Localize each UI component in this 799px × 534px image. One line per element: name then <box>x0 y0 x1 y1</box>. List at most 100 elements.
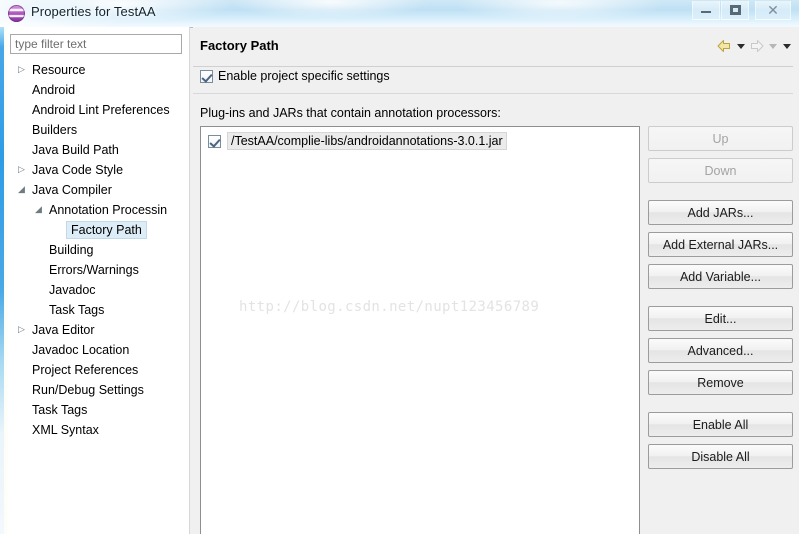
properties-dialog: Properties for TestAA ✕ ▷ Resource Android… <box>0 0 799 534</box>
button-spacer <box>648 437 793 444</box>
sidebar-item-javadoc-location[interactable]: Javadoc Location <box>8 340 189 360</box>
watermark-text: http://blog.csdn.net/nupt123456789 <box>239 299 540 315</box>
maximize-button[interactable] <box>721 1 749 20</box>
sidebar-item-label: Task Tags <box>49 303 105 317</box>
sidebar-item-label: Annotation Processin <box>49 203 168 217</box>
sidebar-item-java-compiler[interactable]: ◢ Java Compiler <box>8 180 189 200</box>
jar-list-rows: /TestAA/complie-libs/androidannotations-… <box>201 127 639 151</box>
sidebar-item-label: Errors/Warnings <box>49 263 139 277</box>
sidebar-item-task-tags[interactable]: Task Tags <box>8 300 189 320</box>
disable-all-button[interactable]: Disable All <box>648 444 793 469</box>
sidebar-item-building[interactable]: Building <box>8 240 189 260</box>
back-history-dropdown[interactable] <box>734 38 747 54</box>
sidebar-item-run-debug-settings[interactable]: Run/Debug Settings <box>8 380 189 400</box>
jar-enabled-checkbox[interactable] <box>208 134 221 148</box>
header-separator <box>193 66 793 67</box>
sidebar-item-label: XML Syntax <box>32 423 99 437</box>
button-spacer <box>648 331 793 338</box>
button-spacer <box>648 469 793 476</box>
close-icon: ✕ <box>767 2 779 18</box>
button-spacer <box>648 151 793 158</box>
window-title: Properties for TestAA <box>31 4 156 19</box>
sidebar-item-resource[interactable]: ▷ Resource <box>8 60 189 80</box>
jar-list-caption: Plug-ins and JARs that contain annotatio… <box>200 106 501 120</box>
tree-collapsed-arrow-icon[interactable]: ▷ <box>18 160 25 180</box>
remove-button[interactable]: Remove <box>648 370 793 395</box>
advanced-button[interactable]: Advanced... <box>648 338 793 363</box>
filter-input[interactable] <box>10 34 182 54</box>
add-variable-button[interactable]: Add Variable... <box>648 264 793 289</box>
page-title: Factory Path <box>200 38 279 53</box>
forward-history-dropdown <box>766 38 779 54</box>
sidebar-item-factory-path[interactable]: Factory Path <box>8 220 189 240</box>
sidebar-item-xml-syntax[interactable]: XML Syntax <box>8 420 189 440</box>
restore-icon <box>729 5 741 15</box>
enable-project-specific-settings-checkbox[interactable] <box>200 69 213 83</box>
button-spacer <box>648 225 793 232</box>
sidebar-item-label: Android <box>32 83 76 97</box>
view-menu-dropdown[interactable] <box>780 38 793 54</box>
sidebar-item-java-editor[interactable]: ▷ Java Editor <box>8 320 189 340</box>
panel-header: Factory Path <box>193 35 799 67</box>
add-jars-button[interactable]: Add JARs... <box>648 200 793 225</box>
settings-tree[interactable]: ▷ Resource Android Android Lint Preferences… <box>8 60 189 534</box>
sidebar-item-label: Java Editor <box>32 323 95 337</box>
sidebar-item-label: Project References <box>32 363 139 377</box>
sidebar-item-builders[interactable]: Builders <box>8 120 189 140</box>
sidebar-item-javadoc[interactable]: Javadoc <box>8 280 189 300</box>
jar-path-label: /TestAA/complie-libs/androidannotations-… <box>227 132 507 150</box>
tree-collapsed-arrow-icon[interactable]: ▷ <box>18 320 25 340</box>
settings-sidebar: ▷ Resource Android Android Lint Preferences… <box>8 27 189 534</box>
minimize-icon <box>701 8 711 13</box>
tree-expanded-arrow-icon[interactable]: ◢ <box>35 200 42 220</box>
panel-nav-icons <box>716 38 793 54</box>
eclipse-globe-icon <box>8 5 25 22</box>
button-spacer <box>648 363 793 370</box>
down-button: Down <box>648 158 793 183</box>
back-arrow-icon[interactable] <box>716 38 733 54</box>
sidebar-item-android-lint-preferences[interactable]: Android Lint Preferences <box>8 100 189 120</box>
sidebar-item-label: Android Lint Preferences <box>32 103 170 117</box>
sidebar-item-label: Java Compiler <box>32 183 112 197</box>
edit-button[interactable]: Edit... <box>648 306 793 331</box>
sidebar-item-label: Java Build Path <box>32 143 119 157</box>
minimize-button[interactable] <box>692 1 720 20</box>
jar-action-buttons: Up Down Add JARs... Add External JARs... Add… <box>648 126 793 476</box>
title-bar[interactable]: Properties for TestAA ✕ <box>0 0 799 28</box>
panel-right-filler <box>793 27 799 534</box>
button-spacer <box>648 395 793 412</box>
sidebar-item-label: Factory Path <box>66 221 147 239</box>
up-button: Up <box>648 126 793 151</box>
button-spacer <box>648 257 793 264</box>
sidebar-item-label: Run/Debug Settings <box>32 383 144 397</box>
enable-separator <box>193 93 793 94</box>
sidebar-item-task-tags[interactable]: Task Tags <box>8 400 189 420</box>
enable-all-button[interactable]: Enable All <box>648 412 793 437</box>
sidebar-item-label: Builders <box>32 123 78 137</box>
button-spacer <box>648 183 793 200</box>
dialog-content: ▷ Resource Android Android Lint Preferences… <box>0 27 799 534</box>
sidebar-item-project-references[interactable]: Project References <box>8 360 189 380</box>
button-spacer <box>648 289 793 306</box>
sidebar-item-label: Javadoc <box>49 283 96 297</box>
sidebar-item-label: Javadoc Location <box>32 343 130 357</box>
sidebar-item-label: Java Code Style <box>32 163 124 177</box>
sidebar-item-label: Resource <box>32 63 86 77</box>
factory-path-panel: Factory Path Enable project specific set… <box>193 27 799 534</box>
sidebar-item-java-code-style[interactable]: ▷ Java Code Style <box>8 160 189 180</box>
tree-expanded-arrow-icon[interactable]: ◢ <box>18 180 25 200</box>
sidebar-item-errors-warnings[interactable]: Errors/Warnings <box>8 260 189 280</box>
close-button[interactable]: ✕ <box>755 1 791 20</box>
enable-project-specific-settings-row[interactable]: Enable project specific settings <box>200 69 390 83</box>
jar-list-item[interactable]: /TestAA/complie-libs/androidannotations-… <box>201 127 639 151</box>
sidebar-item-java-build-path[interactable]: Java Build Path <box>8 140 189 160</box>
jar-list[interactable]: /TestAA/complie-libs/androidannotations-… <box>200 126 640 534</box>
sidebar-item-label: Building <box>49 243 94 257</box>
add-external-jars-button[interactable]: Add External JARs... <box>648 232 793 257</box>
tree-collapsed-arrow-icon[interactable]: ▷ <box>18 60 25 80</box>
sidebar-item-android[interactable]: Android <box>8 80 189 100</box>
sidebar-item-annotation-processin[interactable]: ◢ Annotation Processin <box>8 200 189 220</box>
enable-project-specific-settings-label: Enable project specific settings <box>218 69 390 83</box>
sidebar-item-label: Task Tags <box>32 403 88 417</box>
sidebar-panel-divider <box>189 27 190 534</box>
